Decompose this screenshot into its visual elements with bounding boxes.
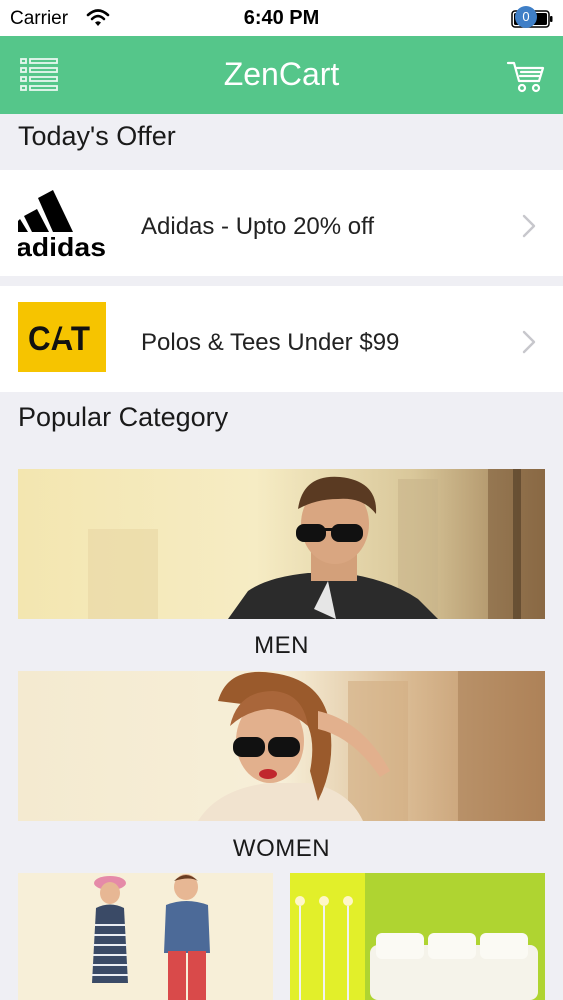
status-bar: Carrier 6:40 PM <box>0 0 563 36</box>
shopping-cart-icon[interactable] <box>506 58 546 94</box>
adidas-logo-icon: adidas <box>18 190 106 258</box>
todays-offer-heading: Today's Offer <box>18 121 176 151</box>
offer-row-adidas[interactable]: adidas Adidas - Upto 20% off <box>0 170 563 276</box>
category-label-women: WOMEN <box>232 835 331 862</box>
svg-text:adidas: adidas <box>18 232 106 258</box>
nav-bar: ZenCart <box>0 36 563 114</box>
status-time: 6:40 PM <box>243 7 320 29</box>
popular-category-heading: Popular Category <box>18 402 229 432</box>
offer-label: Adidas - Upto 20% off <box>141 213 375 240</box>
cart-count-badge[interactable]: 0 <box>515 6 537 28</box>
cat-logo-icon: CAT <box>18 302 106 372</box>
chevron-right-icon <box>522 330 536 354</box>
home-decor-category-image[interactable] <box>290 873 545 1000</box>
app-title: ZenCart <box>223 56 340 92</box>
women-category-image[interactable] <box>18 671 545 821</box>
men-category-image[interactable] <box>18 469 545 619</box>
kids-category-image[interactable] <box>18 873 273 1000</box>
offer-row-cat[interactable]: CAT Polos & Tees Under $99 <box>0 286 563 392</box>
chevron-right-icon <box>522 214 536 238</box>
category-label-men: MEN <box>254 632 309 659</box>
offer-label: Polos & Tees Under $99 <box>141 329 400 356</box>
